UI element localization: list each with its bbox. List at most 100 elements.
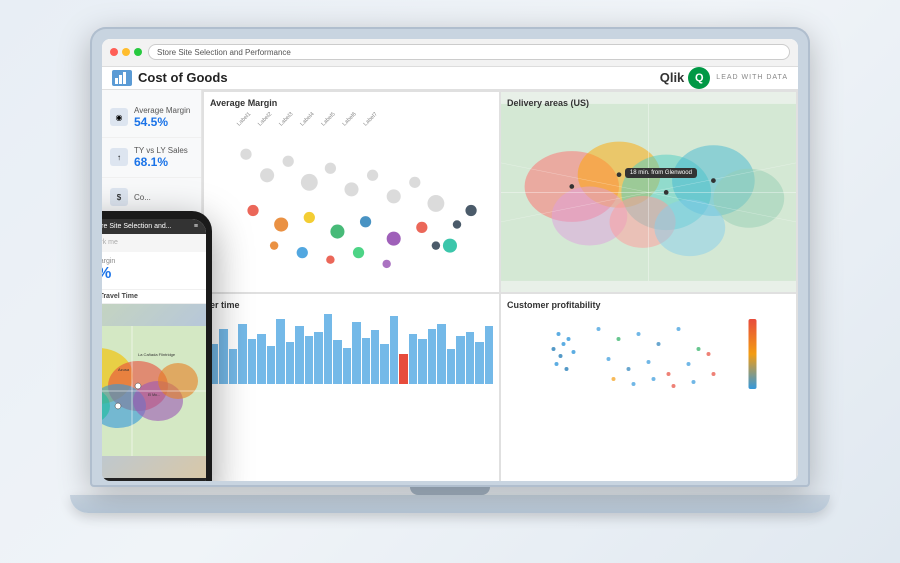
bar-22 bbox=[409, 334, 417, 384]
dot-green[interactable] bbox=[134, 48, 142, 56]
bar-16 bbox=[352, 322, 360, 384]
svg-text:La Cañada Flintridge: La Cañada Flintridge bbox=[138, 352, 176, 357]
dot-red[interactable] bbox=[110, 48, 118, 56]
sidebar-item-sales[interactable]: ↑ TY vs LY Sales 68.1% bbox=[102, 138, 201, 178]
sidebar-cost-label: Co... bbox=[134, 193, 151, 202]
svg-text:Label4: Label4 bbox=[299, 112, 315, 127]
bar-27 bbox=[456, 336, 464, 384]
bar-11 bbox=[305, 336, 313, 384]
bar-26 bbox=[447, 349, 455, 384]
mobile-header: ‹ Store Site Selection and... ≡ bbox=[102, 219, 206, 234]
scatter-plot-svg: Label1 Label2 Label3 Label4 Label5 Label… bbox=[210, 112, 493, 281]
laptop-screen-outer: Store Site Selection and Performance bbox=[90, 27, 810, 487]
mobile-kpi-value: 54.5% bbox=[102, 265, 198, 283]
svg-text:Label3: Label3 bbox=[278, 112, 294, 127]
mobile-map-area: Buffalo La Cañada Flintridge Arcadia Azu… bbox=[102, 304, 206, 478]
margin-icon: ◉ bbox=[110, 108, 128, 126]
panel-average-margin: Average Margin Label1 Label2 Label3 Labe… bbox=[204, 92, 499, 293]
mobile-kpi-section: Average Margin 54.5% bbox=[102, 252, 206, 290]
bar-24 bbox=[428, 329, 436, 384]
svg-text:Label2: Label2 bbox=[257, 112, 273, 127]
bar-6 bbox=[257, 334, 265, 384]
bar-23 bbox=[418, 339, 426, 384]
bar-highlight bbox=[399, 354, 407, 384]
svg-text:Label1: Label1 bbox=[236, 112, 252, 127]
mobile-map-title: Shops by Travel Time bbox=[102, 290, 206, 304]
bar-29 bbox=[475, 342, 483, 384]
mobile-menu-btn[interactable]: ≡ bbox=[194, 223, 198, 230]
bar-4 bbox=[238, 324, 246, 384]
delivery-areas-title: Delivery areas (US) bbox=[507, 98, 589, 108]
bar-15 bbox=[343, 348, 351, 384]
laptop-screen-inner: Store Site Selection and Performance bbox=[102, 39, 798, 481]
svg-text:Azusa: Azusa bbox=[118, 367, 130, 372]
mobile-phone-overlay: ‹ Store Site Selection and... ≡ 🔍 Bookma… bbox=[102, 211, 212, 481]
delivery-title-overlay: Delivery areas (US) bbox=[507, 98, 589, 112]
qlik-logo: Qlik Q LEAD WITH DATA bbox=[660, 67, 788, 89]
laptop-notch bbox=[410, 487, 490, 495]
panel-delivery-areas: Delivery areas (US) 18 min. from Glenwoo… bbox=[501, 92, 796, 293]
qlik-q-mark: Q bbox=[688, 67, 710, 89]
bar-28 bbox=[466, 332, 474, 384]
bar-30 bbox=[485, 326, 493, 384]
browser-url-bar[interactable]: Store Site Selection and Performance bbox=[148, 44, 790, 60]
svg-text:Label5: Label5 bbox=[321, 112, 337, 127]
delivery-map-svg bbox=[501, 92, 796, 293]
mobile-kpi-label: Average Margin bbox=[102, 258, 198, 265]
bar-19 bbox=[380, 344, 388, 384]
mobile-search-bar[interactable]: 🔍 Bookmark me bbox=[102, 234, 206, 252]
map-tooltip: 18 min. from Glenwood bbox=[625, 168, 697, 178]
bar-25 bbox=[437, 324, 445, 384]
bar-18 bbox=[371, 330, 379, 384]
sidebar-item-margin[interactable]: ◉ Average Margin 54.5% bbox=[102, 98, 201, 138]
bar-2 bbox=[219, 329, 227, 384]
svg-text:Label7: Label7 bbox=[363, 112, 379, 127]
avg-margin-scatter: Label1 Label2 Label3 Label4 Label5 Label… bbox=[210, 112, 493, 281]
dot-yellow[interactable] bbox=[122, 48, 130, 56]
sidebar-margin-label: Average Margin bbox=[134, 106, 190, 115]
margin-bar-chart bbox=[210, 314, 493, 384]
dashboard-header: Cost of Goods Qlik Q LEAD WITH DATA bbox=[102, 67, 798, 90]
browser-dots bbox=[110, 48, 142, 56]
bar-5 bbox=[248, 339, 256, 384]
bar-17 bbox=[362, 338, 370, 384]
qlik-tagline: LEAD WITH DATA bbox=[716, 74, 788, 81]
panel-customer-profitability: Customer profitability bbox=[501, 294, 796, 480]
mobile-screen: ‹ Store Site Selection and... ≡ 🔍 Bookma… bbox=[102, 219, 206, 481]
mobile-map-svg: Buffalo La Cañada Flintridge Arcadia Azu… bbox=[102, 304, 206, 478]
profitability-svg bbox=[507, 314, 790, 394]
bar-20 bbox=[390, 316, 398, 384]
url-text: Store Site Selection and Performance bbox=[157, 48, 291, 57]
svg-text:El Mo...: El Mo... bbox=[148, 393, 160, 397]
title-icon bbox=[112, 70, 132, 86]
bar-7 bbox=[267, 346, 275, 384]
cost-icon: $ bbox=[110, 188, 128, 206]
bar-12 bbox=[314, 332, 322, 384]
mobile-search-placeholder: Bookmark me bbox=[102, 239, 118, 246]
laptop-base bbox=[70, 495, 830, 513]
mobile-header-title: Store Site Selection and... bbox=[102, 223, 172, 230]
sales-icon: ↑ bbox=[110, 148, 128, 166]
svg-text:Label6: Label6 bbox=[342, 112, 358, 127]
page-title: Cost of Goods bbox=[138, 70, 228, 85]
profitability-title: Customer profitability bbox=[507, 300, 790, 310]
bar-chart-icon bbox=[115, 72, 129, 84]
qlik-text: Qlik bbox=[660, 70, 685, 85]
bar-9 bbox=[286, 342, 294, 384]
bar-8 bbox=[276, 319, 284, 384]
margin-time-title: er time bbox=[210, 300, 493, 310]
laptop-container: Store Site Selection and Performance bbox=[60, 27, 840, 537]
sidebar-margin-value: 54.5% bbox=[134, 115, 190, 129]
bar-14 bbox=[333, 340, 341, 384]
avg-margin-title: Average Margin bbox=[210, 98, 493, 108]
bar-10 bbox=[295, 326, 303, 384]
bar-13 bbox=[324, 314, 332, 384]
main-grid: Average Margin Label1 Label2 Label3 Labe… bbox=[202, 90, 798, 481]
panel-margin-time: er time bbox=[204, 294, 499, 480]
sidebar-sales-label: TY vs LY Sales bbox=[134, 146, 188, 155]
mobile-footer: ‹ Cost of Goods › bbox=[102, 478, 206, 481]
browser-chrome: Store Site Selection and Performance bbox=[102, 39, 798, 67]
sidebar-sales-value: 68.1% bbox=[134, 155, 188, 169]
bar-3 bbox=[229, 349, 237, 384]
dashboard-title-group: Cost of Goods bbox=[112, 70, 228, 86]
